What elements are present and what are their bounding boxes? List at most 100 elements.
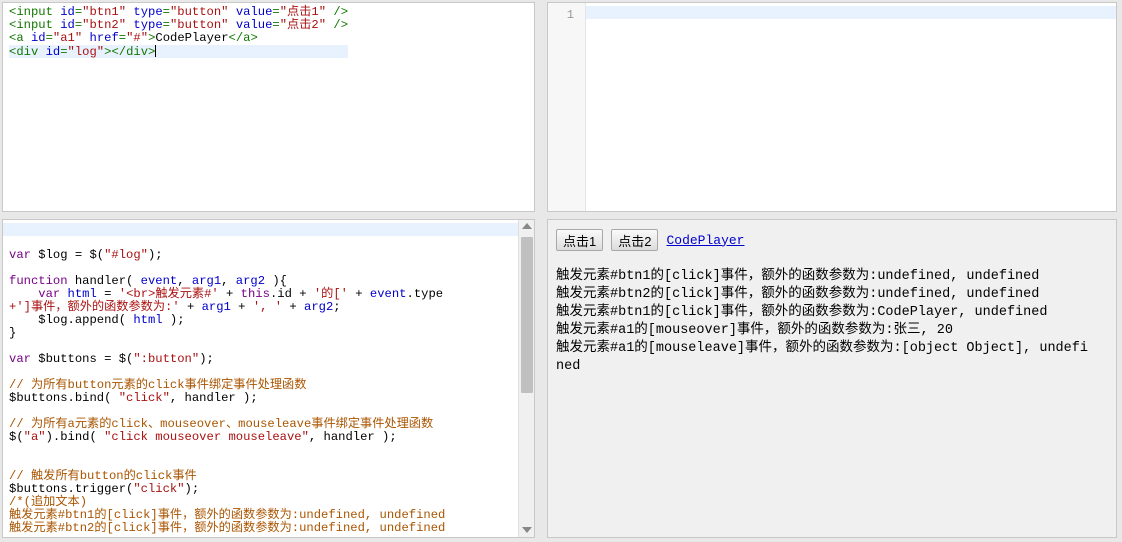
js-token: } — [9, 326, 17, 340]
log-line: 触发元素#btn1的[click]事件，额外的函数参数为:CodePlayer,… — [556, 305, 1048, 320]
html-token: value — [235, 18, 273, 32]
html-token: "#" — [126, 31, 149, 45]
html-token: "btn1" — [82, 5, 127, 19]
html-token: /> — [326, 18, 349, 32]
html-token: = — [272, 18, 280, 32]
js-token: function — [9, 274, 68, 288]
css-line-number: 1 — [566, 8, 574, 22]
css-active-line[interactable] — [586, 6, 1116, 19]
js-token: , — [177, 274, 192, 288]
html-code-line: <a id="a1" href="#">CodePlayer</a> — [9, 32, 348, 45]
html-token: = — [162, 18, 170, 32]
js-code-area[interactable]: var $log = $("#log"); function handler( … — [9, 249, 445, 535]
js-scrollbar-thumb[interactable] — [521, 237, 533, 393]
codeplayer-link[interactable]: CodePlayer — [666, 233, 744, 248]
html-token: = — [272, 5, 280, 19]
html-token: CodePlayer — [155, 31, 229, 45]
js-token: /*(追加文本) — [9, 495, 88, 509]
text-cursor — [155, 45, 157, 57]
html-token: "a1" — [52, 31, 83, 45]
js-token: arg1 — [191, 274, 222, 288]
js-code-viewport[interactable]: var $log = $("#log"); function handler( … — [3, 220, 518, 537]
js-token: + — [347, 287, 370, 301]
js-token: arg2 — [235, 274, 266, 288]
html-token: <a — [9, 31, 31, 45]
js-token: 触发元素#btn2的[click]事件，额外的函数参数为:undefined, … — [9, 521, 446, 535]
js-token: // 为所有a元素的click、mouseover、mouseleave事件绑定… — [9, 417, 434, 431]
js-token: $( — [9, 430, 24, 444]
js-token: handler( — [67, 274, 141, 288]
scroll-up-arrow-icon[interactable] — [522, 223, 532, 229]
html-token: type — [133, 18, 163, 32]
html-token: ></div> — [104, 45, 156, 59]
html-token: = — [60, 45, 68, 59]
html-token: <input — [9, 18, 61, 32]
js-token: '<br>触发元素#' — [118, 287, 219, 301]
js-code-line: var $log = $("#log"); — [9, 249, 445, 262]
html-token: /> — [326, 5, 349, 19]
js-token: .id + — [269, 287, 314, 301]
html-token — [229, 18, 236, 32]
js-token: $buttons.trigger( — [9, 482, 134, 496]
js-token: ', ' — [252, 300, 283, 314]
html-token: id — [45, 45, 61, 59]
css-editor-pane[interactable]: 1 — [547, 2, 1117, 212]
html-editor-pane[interactable]: <input id="btn1" type="button" value="点击… — [2, 2, 535, 212]
html-token: "btn2" — [82, 18, 127, 32]
log-line: 触发元素#btn2的[click]事件，额外的函数参数为:undefined, … — [556, 287, 1040, 302]
js-token — [60, 287, 67, 301]
js-code-line: $("a").bind( "click mouseover mouseleave… — [9, 431, 445, 444]
js-token: $log.append( — [9, 313, 134, 327]
js-token: // 为所有button元素的click事件绑定事件处理函数 — [9, 378, 307, 392]
log-line: 触发元素#btn1的[click]事件，额外的函数参数为:undefined, … — [556, 269, 1040, 284]
js-token: $buttons.bind( — [9, 391, 119, 405]
js-code-line: 触发元素#btn2的[click]事件，额外的函数参数为:undefined, … — [9, 522, 445, 535]
js-token: var — [9, 248, 31, 262]
js-token: + — [218, 287, 241, 301]
js-token: "click" — [118, 391, 170, 405]
button-1[interactable]: 点击1 — [556, 229, 604, 251]
js-token: , handler ); — [308, 430, 397, 444]
js-editor-pane[interactable]: var $log = $("#log"); function handler( … — [2, 219, 535, 538]
html-token: = — [45, 31, 53, 45]
js-token: + — [230, 300, 253, 314]
html-token: "log" — [67, 45, 105, 59]
js-token — [9, 287, 38, 301]
js-token: html — [67, 287, 97, 301]
js-scrollbar[interactable] — [518, 220, 534, 537]
css-line-gutter: 1 — [548, 3, 586, 211]
js-token: ; — [333, 300, 341, 314]
log-line: 触发元素#a1的[mouseleave]事件，额外的函数参数为:[object … — [556, 341, 1088, 374]
js-token: , — [221, 274, 236, 288]
js-token: this — [240, 287, 270, 301]
html-token: "点击2" — [279, 18, 327, 32]
result-controls: 点击1 点击2 CodePlayer — [556, 229, 744, 251]
js-code-line: var $buttons = $(":button"); — [9, 353, 445, 366]
html-token: <input — [9, 5, 61, 19]
html-token: = — [162, 5, 170, 19]
button-2[interactable]: 点击2 — [611, 229, 659, 251]
js-token: .type — [406, 287, 444, 301]
js-token: ); — [199, 352, 214, 366]
html-token: = — [118, 31, 127, 45]
js-token: + — [282, 300, 305, 314]
js-token: var — [38, 287, 61, 301]
js-token: $buttons = $( — [30, 352, 134, 366]
html-token: "button" — [169, 5, 229, 19]
js-token: +']事件，额外的函数参数为:' — [9, 300, 180, 314]
js-active-line — [3, 223, 518, 236]
js-token: html — [133, 313, 163, 327]
html-token: id — [60, 5, 75, 19]
html-code-area[interactable]: <input id="btn1" type="button" value="点击… — [9, 5, 349, 59]
html-token: id — [30, 31, 46, 45]
js-token: = — [96, 287, 119, 301]
html-token: id — [60, 18, 75, 32]
html-token: </a> — [228, 31, 258, 45]
html-token: <div — [9, 45, 46, 59]
scroll-down-arrow-icon[interactable] — [522, 527, 532, 533]
js-token: ); — [162, 313, 185, 327]
log-output: 触发元素#btn1的[click]事件，额外的函数参数为:undefined, … — [556, 268, 1096, 376]
js-token: $log = $( — [30, 248, 105, 262]
html-token: href — [89, 31, 119, 45]
js-token: "a" — [23, 430, 46, 444]
